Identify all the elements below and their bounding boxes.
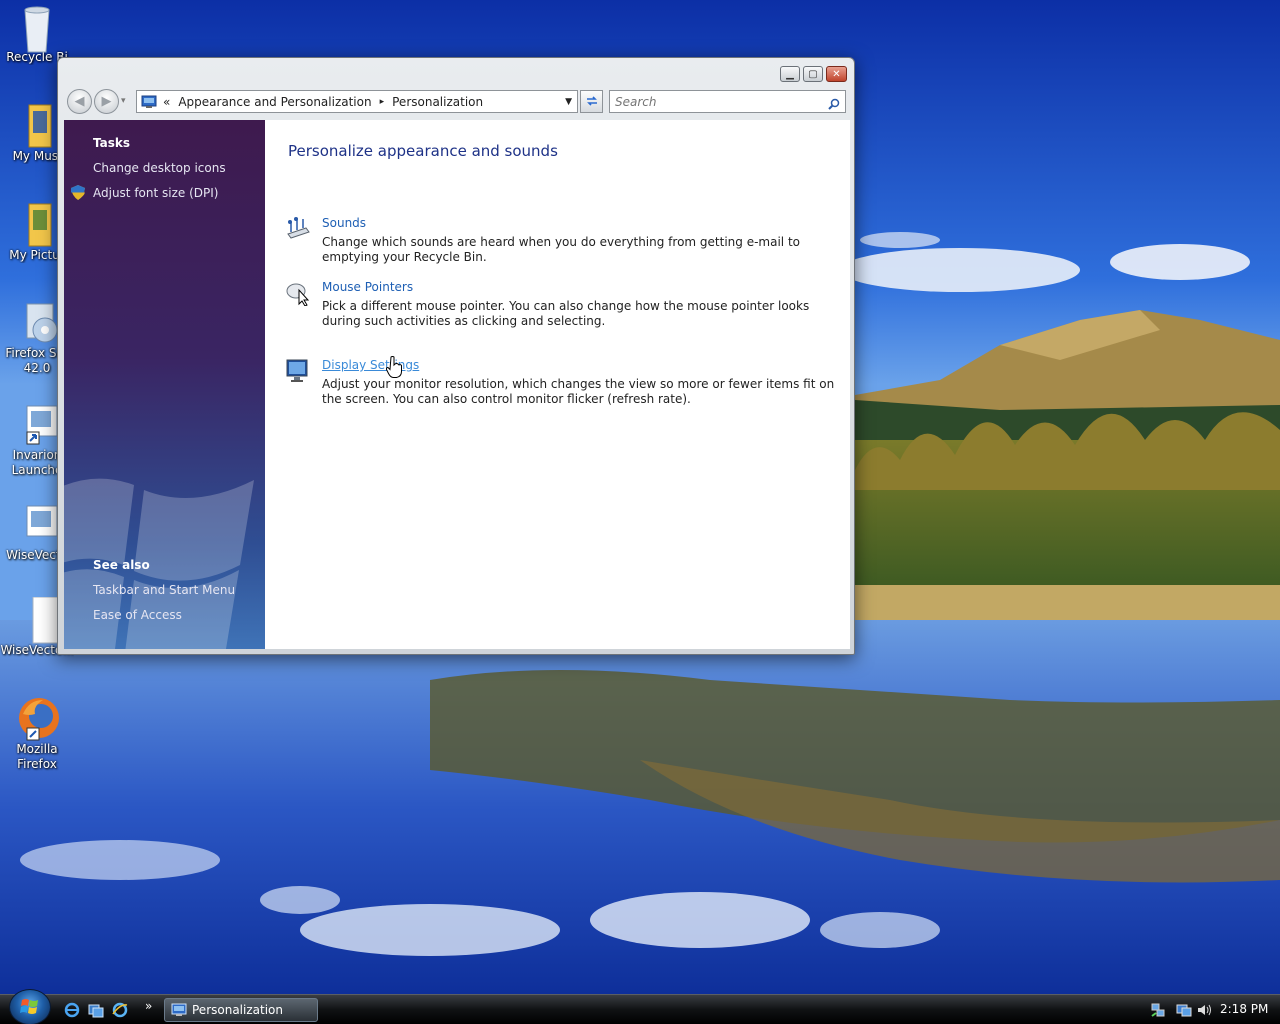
taskbar-button-personalization[interactable]: Personalization bbox=[164, 998, 318, 1022]
forward-button[interactable]: ▶ bbox=[94, 89, 119, 114]
start-button[interactable] bbox=[9, 989, 51, 1024]
search-input[interactable] bbox=[610, 94, 820, 109]
mouse-pointers-item: Mouse Pointers Pick a different mouse po… bbox=[285, 280, 835, 330]
recent-pages-dropdown[interactable]: ▾ bbox=[121, 96, 126, 106]
folder-pictures-icon bbox=[15, 202, 59, 247]
refresh-button[interactable] bbox=[580, 90, 603, 113]
display-settings-item: Display Settings Adjust your monitor res… bbox=[285, 358, 835, 408]
sounds-item: Sounds Change which sounds are heard whe… bbox=[285, 216, 835, 266]
uac-shield-icon bbox=[71, 185, 85, 204]
adjust-font-size-link[interactable]: Adjust font size (DPI) bbox=[93, 186, 218, 200]
desktop-icon-mozilla-firefox[interactable]: Mozilla Firefox bbox=[0, 696, 74, 772]
back-arrow-icon: ◀ bbox=[74, 94, 85, 109]
maximize-button[interactable]: ▢ bbox=[803, 66, 823, 82]
installer-icon bbox=[15, 300, 59, 344]
quick-launch-switch-windows-icon[interactable] bbox=[88, 1002, 104, 1018]
breadcrumb-separator[interactable]: ▸ bbox=[380, 97, 385, 107]
address-dropdown-icon[interactable]: ▼ bbox=[565, 97, 572, 107]
connection-tray-icon[interactable] bbox=[1176, 1002, 1192, 1018]
tasks-pane: Tasks Change desktop icons Adjust font s… bbox=[64, 120, 265, 649]
windows-logo-icon bbox=[20, 999, 38, 1014]
minimize-button[interactable]: ▁ bbox=[780, 66, 800, 82]
see-also-heading: See also bbox=[93, 558, 150, 572]
sounds-link[interactable]: Sounds bbox=[322, 216, 366, 230]
quick-launch-ie-icon[interactable] bbox=[64, 1002, 80, 1018]
network-tray-icon[interactable] bbox=[1150, 1002, 1166, 1018]
volume-tray-icon[interactable] bbox=[1196, 1002, 1212, 1018]
quick-launch-overflow-button[interactable]: » bbox=[145, 999, 152, 1013]
back-button[interactable]: ◀ bbox=[67, 89, 92, 114]
sounds-description: Change which sounds are heard when you d… bbox=[322, 235, 800, 264]
breadcrumb-parent[interactable]: Appearance and Personalization bbox=[178, 95, 371, 109]
ease-of-access-link[interactable]: Ease of Access bbox=[93, 608, 182, 622]
close-icon: ✕ bbox=[832, 68, 841, 80]
personalization-window: ▁ ▢ ✕ ◀ ▶ ▾ « Appearance and Personaliza… bbox=[57, 57, 855, 655]
taskbar: » Personalization 2:18 PM bbox=[0, 989, 1280, 1024]
tasks-heading: Tasks bbox=[93, 136, 131, 150]
main-content: Personalize appearance and sounds Sounds… bbox=[265, 120, 850, 649]
sounds-icon[interactable] bbox=[285, 216, 311, 242]
shortcut-icon bbox=[15, 402, 59, 446]
page-title: Personalize appearance and sounds bbox=[288, 142, 558, 160]
recycle-bin-icon bbox=[15, 4, 59, 53]
folder-music-icon bbox=[15, 103, 59, 148]
address-bar[interactable]: « Appearance and Personalization ▸ Perso… bbox=[136, 90, 578, 113]
forward-arrow-icon: ▶ bbox=[101, 94, 112, 109]
personalization-task-icon bbox=[171, 1003, 187, 1017]
breadcrumb-overflow[interactable]: « bbox=[163, 95, 170, 109]
search-icon[interactable] bbox=[828, 95, 840, 114]
taskbar-start-menu-link[interactable]: Taskbar and Start Menu bbox=[93, 583, 235, 597]
shortcut-icon bbox=[15, 502, 59, 546]
breadcrumb-current[interactable]: Personalization bbox=[392, 95, 483, 109]
hand-cursor-icon bbox=[386, 356, 402, 378]
minimize-icon: ▁ bbox=[786, 68, 794, 80]
display-settings-link[interactable]: Display Settings bbox=[322, 358, 419, 372]
change-desktop-icons-link[interactable]: Change desktop icons bbox=[93, 161, 226, 175]
maximize-icon: ▢ bbox=[808, 68, 818, 80]
mouse-pointer-icon[interactable] bbox=[285, 280, 311, 307]
desktop-icon-recycle-bin[interactable]: Recycle Bi bbox=[0, 4, 74, 65]
display-icon[interactable] bbox=[285, 358, 311, 384]
taskbar-clock[interactable]: 2:18 PM bbox=[1220, 1002, 1268, 1016]
display-settings-description: Adjust your monitor resolution, which ch… bbox=[322, 377, 835, 406]
close-button[interactable]: ✕ bbox=[826, 66, 847, 82]
firefox-icon bbox=[15, 696, 59, 741]
quick-launch-browser-icon[interactable] bbox=[112, 1002, 128, 1018]
mouse-pointers-description: Pick a different mouse pointer. You can … bbox=[322, 299, 810, 328]
taskbar-button-label: Personalization bbox=[192, 1003, 283, 1017]
control-panel-icon bbox=[141, 95, 157, 109]
search-box[interactable] bbox=[609, 90, 846, 113]
mouse-pointers-link[interactable]: Mouse Pointers bbox=[322, 280, 413, 294]
document-icon bbox=[15, 596, 70, 644]
refresh-icon bbox=[585, 92, 599, 111]
